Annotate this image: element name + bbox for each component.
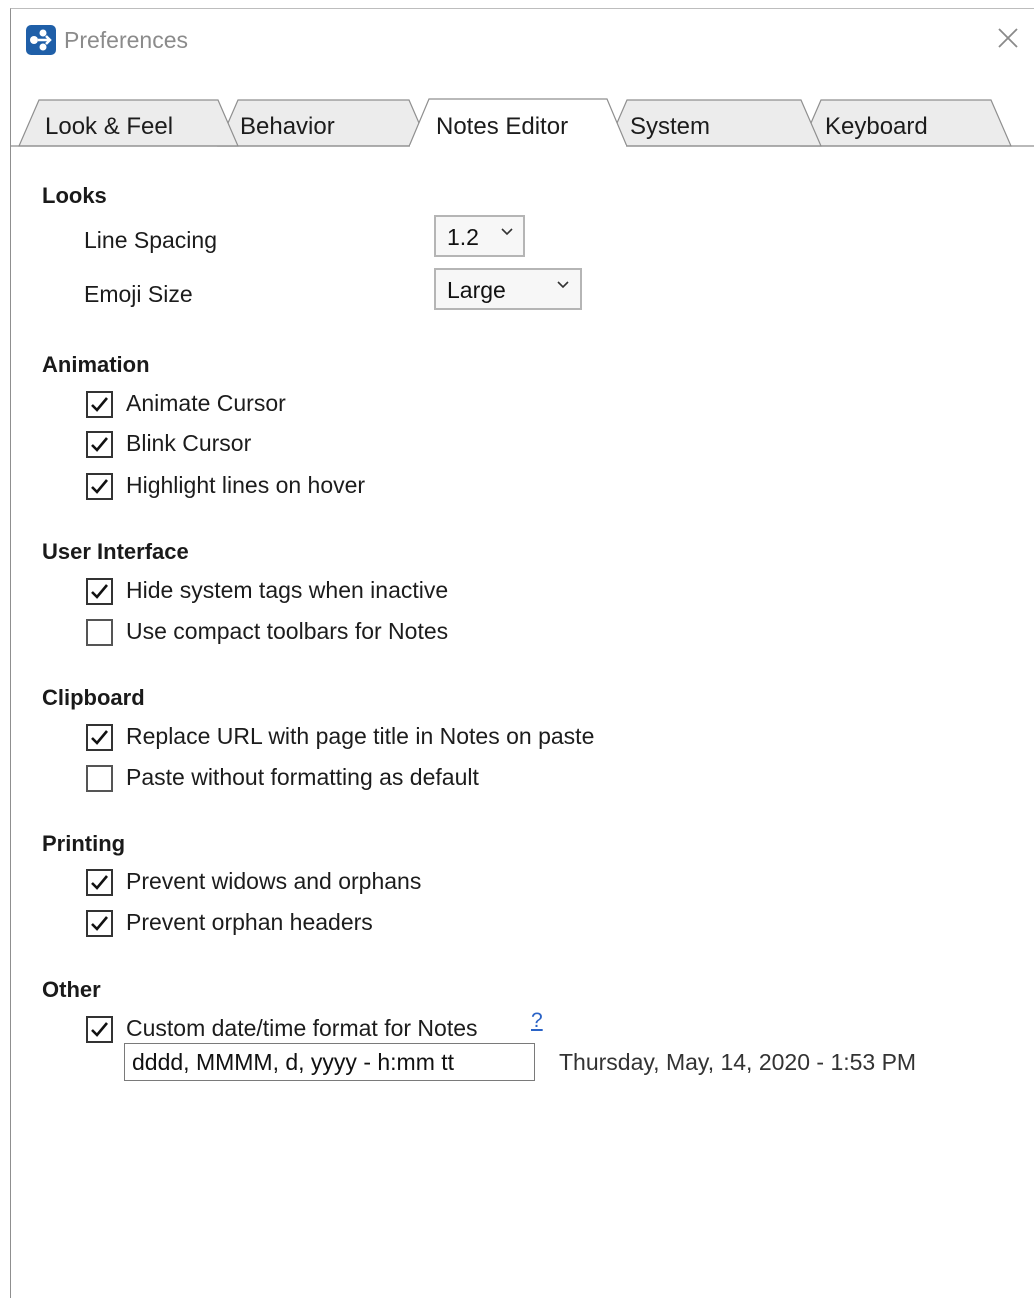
checkmark-icon (91, 397, 108, 412)
widows-orphans-checkbox[interactable] (86, 869, 113, 896)
checkmark-icon (91, 730, 108, 745)
emoji-size-value: Large (447, 277, 506, 303)
hide-system-tags-checkbox[interactable] (86, 578, 113, 605)
line-spacing-select[interactable]: 1.2 (434, 215, 525, 257)
custom-date-format-checkbox[interactable] (86, 1016, 113, 1043)
checkmark-icon (91, 584, 108, 599)
section-title-clipboard: Clipboard (42, 685, 145, 710)
replace-url-checkbox[interactable] (86, 724, 113, 751)
orphan-headers-label: Prevent orphan headers (126, 909, 373, 935)
animate-cursor-label: Animate Cursor (126, 390, 286, 416)
tab-label: Look & Feel (45, 113, 174, 140)
highlight-lines-checkbox[interactable] (86, 473, 113, 500)
app-logo-icon (26, 25, 56, 55)
tab-label: Behavior (240, 113, 335, 140)
title-bar: Preferences (11, 9, 1034, 73)
paste-plain-label: Paste without formatting as default (126, 764, 479, 790)
section-title-other: Other (42, 977, 101, 1002)
chevron-down-icon (557, 281, 569, 289)
compact-toolbars-checkbox[interactable] (86, 619, 113, 646)
compact-toolbars-label: Use compact toolbars for Notes (126, 618, 449, 644)
hide-system-tags-label: Hide system tags when inactive (126, 577, 449, 603)
widows-orphans-label: Prevent widows and orphans (126, 868, 422, 894)
date-format-preview: Thursday, May, 14, 2020 - 1:53 PM (559, 1049, 917, 1075)
checkmark-icon (91, 1022, 108, 1037)
section-title-user-interface: User Interface (42, 539, 189, 564)
paste-plain-checkbox[interactable] (86, 765, 113, 792)
line-spacing-value: 1.2 (447, 224, 479, 250)
window-title: Preferences (64, 27, 189, 53)
checkmark-icon (91, 479, 108, 494)
tab-label: Notes Editor (436, 113, 569, 140)
custom-date-format-label: Custom date/time format for Notes (126, 1015, 478, 1041)
emoji-size-label: Emoji Size (84, 281, 193, 307)
preferences-window: Preferences Look & Feel Behavior Notes E… (10, 8, 1034, 1298)
checkmark-icon (91, 437, 108, 452)
orphan-headers-checkbox[interactable] (86, 910, 113, 937)
tab-label: Keyboard (825, 113, 928, 140)
help-link[interactable]: ? (531, 1009, 543, 1033)
close-icon (998, 28, 1018, 48)
section-title-animation: Animation (42, 352, 150, 377)
section-title-looks: Looks (42, 183, 107, 208)
blink-cursor-checkbox[interactable] (86, 431, 113, 458)
checkmark-icon (91, 875, 108, 890)
section-title-printing: Printing (42, 831, 126, 856)
replace-url-label: Replace URL with page title in Notes on … (126, 723, 595, 749)
animate-cursor-checkbox[interactable] (86, 391, 113, 418)
tab-label: System (630, 113, 711, 140)
close-button[interactable] (995, 25, 1021, 51)
checkmark-icon (91, 916, 108, 931)
emoji-size-select[interactable]: Large (434, 268, 582, 310)
highlight-lines-label: Highlight lines on hover (126, 472, 366, 498)
blink-cursor-label: Blink Cursor (126, 430, 252, 456)
date-format-input[interactable] (124, 1043, 535, 1081)
line-spacing-label: Line Spacing (84, 227, 217, 253)
chevron-down-icon (501, 228, 513, 236)
